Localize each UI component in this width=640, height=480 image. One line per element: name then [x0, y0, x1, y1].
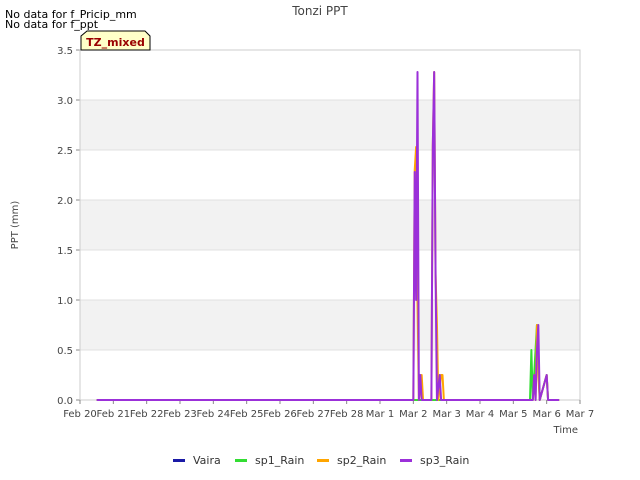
grid-band	[80, 100, 580, 150]
y-tick-label: 0.0	[57, 396, 73, 407]
y-tick-label: 3.0	[57, 96, 73, 107]
legend-label-sp1: sp1_Rain	[255, 454, 305, 467]
x-tick-label: Feb 28	[330, 409, 364, 420]
x-axis-label: Time	[553, 425, 578, 436]
background-bands	[80, 50, 580, 400]
chart-title: Tonzi PPT	[291, 4, 348, 18]
legend-label-vaira: Vaira	[193, 454, 221, 467]
legend: Vaira sp1_Rain sp2_Rain sp3_Rain	[0, 454, 640, 468]
x-tick-label: Feb 22	[130, 409, 164, 420]
legend-item-sp3: sp3_Rain	[400, 454, 469, 467]
tz-badge-label: TZ_mixed	[86, 36, 145, 49]
y-tick-label: 1.0	[57, 296, 73, 307]
x-tick-label: Feb 21	[97, 409, 131, 420]
y-tick-label: 2.5	[57, 146, 73, 157]
x-tick-label: Feb 25	[230, 409, 264, 420]
legend-swatch-sp3	[400, 459, 412, 462]
legend-label-sp3: sp3_Rain	[420, 454, 470, 467]
x-tick-label: Feb 20	[63, 409, 97, 420]
x-tick-label: Mar 2	[399, 409, 427, 420]
legend-item-sp1: sp1_Rain	[235, 454, 304, 467]
x-tick-label: Feb 27	[297, 409, 331, 420]
grid-band	[80, 200, 580, 250]
legend-swatch-sp2	[317, 459, 329, 462]
tz-badge: TZ_mixed	[80, 30, 151, 51]
y-axis-label: PPT (mm)	[10, 201, 21, 250]
legend-item-sp2: sp2_Rain	[317, 454, 386, 467]
x-tick-label: Mar 7	[566, 409, 594, 420]
y-tick-label: 2.0	[57, 196, 73, 207]
grid-band	[80, 300, 580, 350]
y-tick-label: 3.5	[57, 46, 73, 57]
x-tick-label: Mar 1	[366, 409, 394, 420]
legend-item-vaira: Vaira	[173, 454, 221, 467]
y-tick-label: 0.5	[57, 346, 73, 357]
y-tick-label: 1.5	[57, 246, 73, 257]
x-tick-label: Mar 4	[466, 409, 494, 420]
x-tick-label: Mar 6	[532, 409, 560, 420]
x-tick-label: Feb 24	[197, 409, 231, 420]
x-tick-label: Feb 23	[163, 409, 197, 420]
legend-swatch-vaira	[173, 459, 185, 462]
x-tick-label: Mar 5	[499, 409, 527, 420]
x-tick-label: Feb 26	[263, 409, 297, 420]
chart: 0.00.51.01.52.02.53.03.5Feb 20 Feb 21 Feb …	[10, 4, 594, 436]
legend-label-sp2: sp2_Rain	[337, 454, 387, 467]
no-data-note-2: No data for f_ppt	[5, 18, 99, 31]
legend-swatch-sp1	[235, 459, 247, 462]
x-tick-label: Mar 3	[432, 409, 460, 420]
